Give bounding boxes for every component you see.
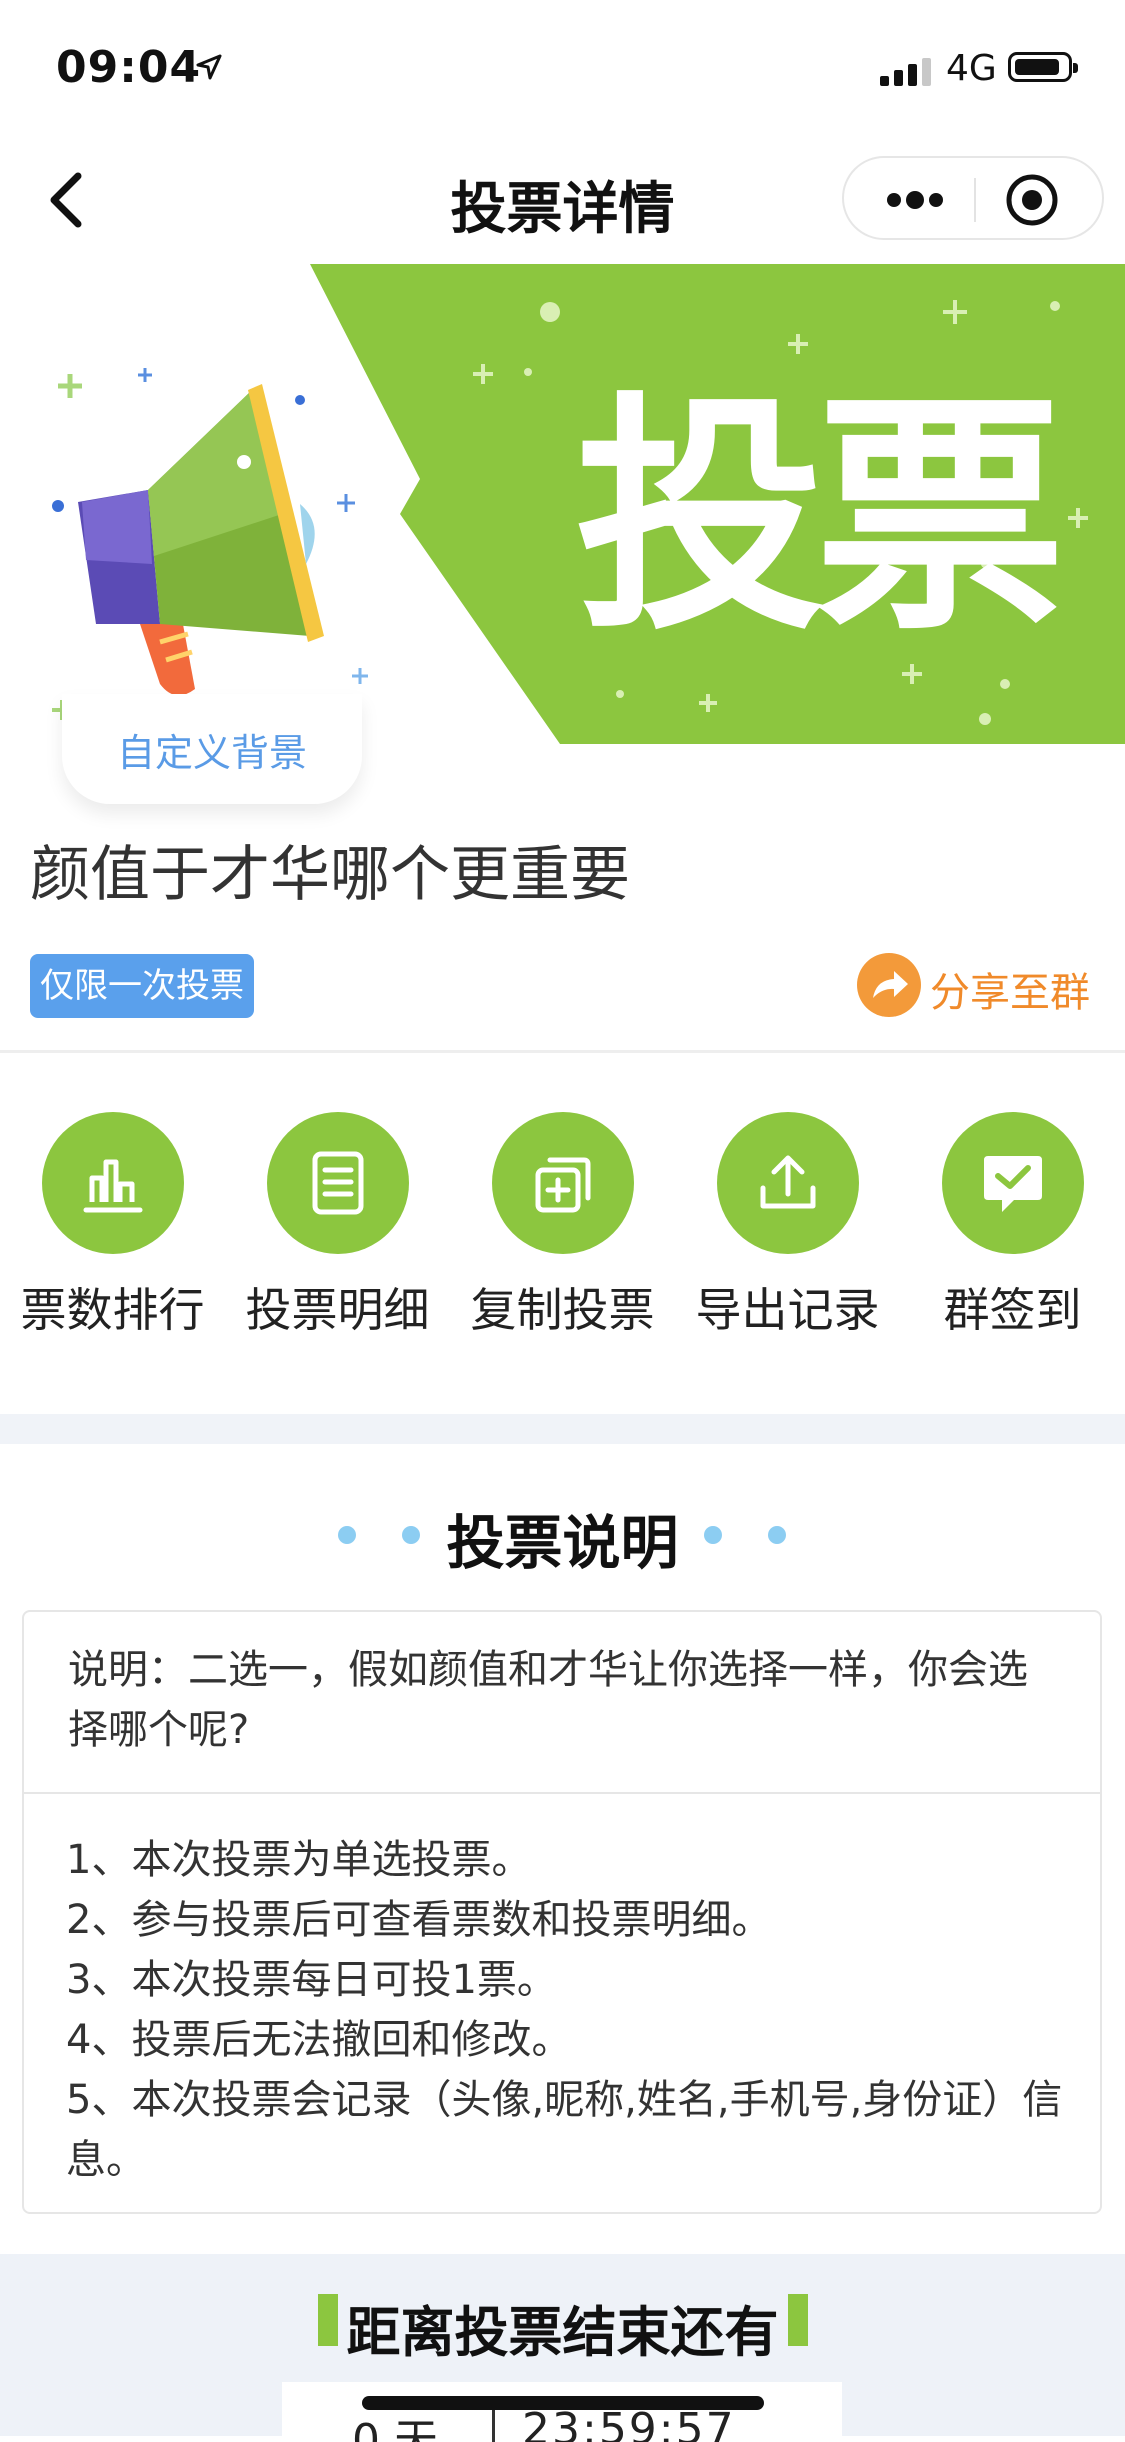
section-gap	[0, 1414, 1125, 1444]
status-time: 09:04	[56, 42, 202, 93]
banner-big-text-2: 票	[815, 372, 1065, 663]
rule-item: 5、本次投票会记录（头像,昵称,姓名,手机号,身份证）信息。	[66, 2077, 1063, 2183]
document-icon	[312, 1151, 364, 1215]
action-label: 群签到	[943, 1283, 1082, 1337]
action-circle	[942, 1112, 1084, 1254]
action-circle	[42, 1112, 184, 1254]
action-circle	[717, 1112, 859, 1254]
close-target-icon[interactable]	[1004, 172, 1060, 228]
action-label: 复制投票	[470, 1283, 655, 1337]
more-icon[interactable]	[880, 180, 950, 220]
rule-item: 3、本次投票每日可投1票。	[66, 1957, 557, 2003]
card-divider	[24, 1792, 1100, 1794]
custom-background-label: 自定义背景	[116, 731, 307, 775]
explanation-card: 说明：二选一，假如颜值和才华让你选择一样，你会选择哪个呢? 1、本次投票为单选投…	[22, 1610, 1102, 2214]
capsule-divider	[974, 178, 976, 222]
explanation-description: 说明：二选一，假如颜值和才华让你选择一样，你会选择哪个呢?	[68, 1647, 1028, 1753]
action-circle	[492, 1112, 634, 1254]
share-label: 分享至群	[930, 970, 1090, 1016]
title-bar-mark	[788, 2294, 808, 2346]
signal-icon	[880, 58, 931, 86]
mini-program-capsule	[842, 156, 1104, 240]
action-label: 导出记录	[695, 1283, 880, 1337]
custom-background-button[interactable]: 自定义背景	[62, 694, 362, 804]
action-copy-vote[interactable]: 复制投票	[450, 1112, 675, 1342]
action-export-records[interactable]: 导出记录	[675, 1112, 900, 1342]
action-label: 票数排行	[20, 1283, 205, 1337]
chat-check-icon	[984, 1156, 1042, 1212]
countdown-box: 0 天 23:59:57	[282, 2382, 842, 2442]
upload-icon	[760, 1155, 816, 1209]
rule-item: 1、本次投票为单选投票。	[66, 1837, 532, 1883]
decor-dot	[704, 1526, 722, 1544]
action-group-checkin[interactable]: 群签到	[900, 1112, 1125, 1342]
share-arrow-icon	[857, 953, 921, 1017]
action-label: 投票明细	[245, 1283, 430, 1337]
explanation-title: 投票说明	[446, 1509, 679, 1577]
bar-chart-icon	[83, 1159, 143, 1213]
rule-item: 4、投票后无法撤回和修改。	[66, 2017, 572, 2063]
poll-title: 颜值于才华哪个更重要	[30, 840, 630, 910]
action-vote-ranking[interactable]: 票数排行	[0, 1112, 225, 1342]
copy-add-icon	[535, 1157, 591, 1213]
location-arrow-icon	[196, 54, 222, 80]
limit-badge: 仅限一次投票	[30, 954, 254, 1018]
rule-item: 2、参与投票后可查看票数和投票明细。	[66, 1897, 772, 1943]
banner-big-text-1: 投	[575, 372, 825, 663]
action-circle	[267, 1112, 409, 1254]
divider	[0, 1050, 1125, 1053]
decor-dot	[768, 1526, 786, 1544]
rules-list: 1、本次投票为单选投票。 2、参与投票后可查看票数和投票明细。 3、本次投票每日…	[66, 1830, 1064, 2190]
countdown-title: 距离投票结束还有	[346, 2301, 779, 2364]
network-label: 4G	[946, 48, 997, 89]
battery-icon	[1008, 52, 1078, 82]
action-vote-details[interactable]: 投票明细	[225, 1112, 450, 1342]
megaphone-icon	[52, 368, 368, 720]
home-indicator	[362, 2396, 764, 2410]
